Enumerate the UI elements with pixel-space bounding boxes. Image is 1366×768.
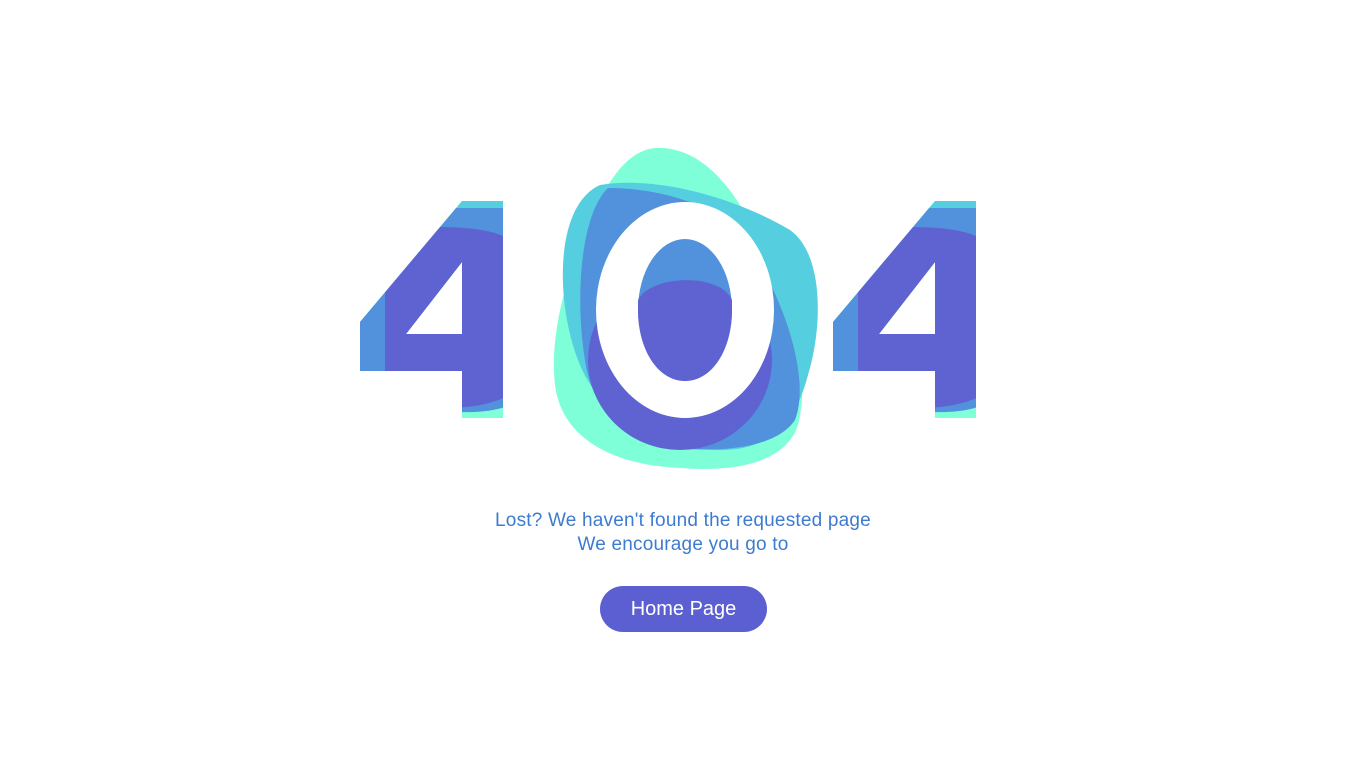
error-message-line2: We encourage you go to (577, 534, 789, 555)
error-message-line1: Lost? We haven't found the requested pag… (495, 510, 871, 531)
digit-four-right (833, 201, 976, 418)
home-page-button[interactable]: Home Page (600, 586, 767, 632)
error-404-illustration (340, 140, 1030, 480)
error-page: Lost? We haven't found the requested pag… (0, 0, 1366, 768)
digit-four-left (360, 201, 503, 418)
digit-zero-center (553, 147, 818, 469)
error-message: Lost? We haven't found the requested pag… (0, 509, 1366, 557)
